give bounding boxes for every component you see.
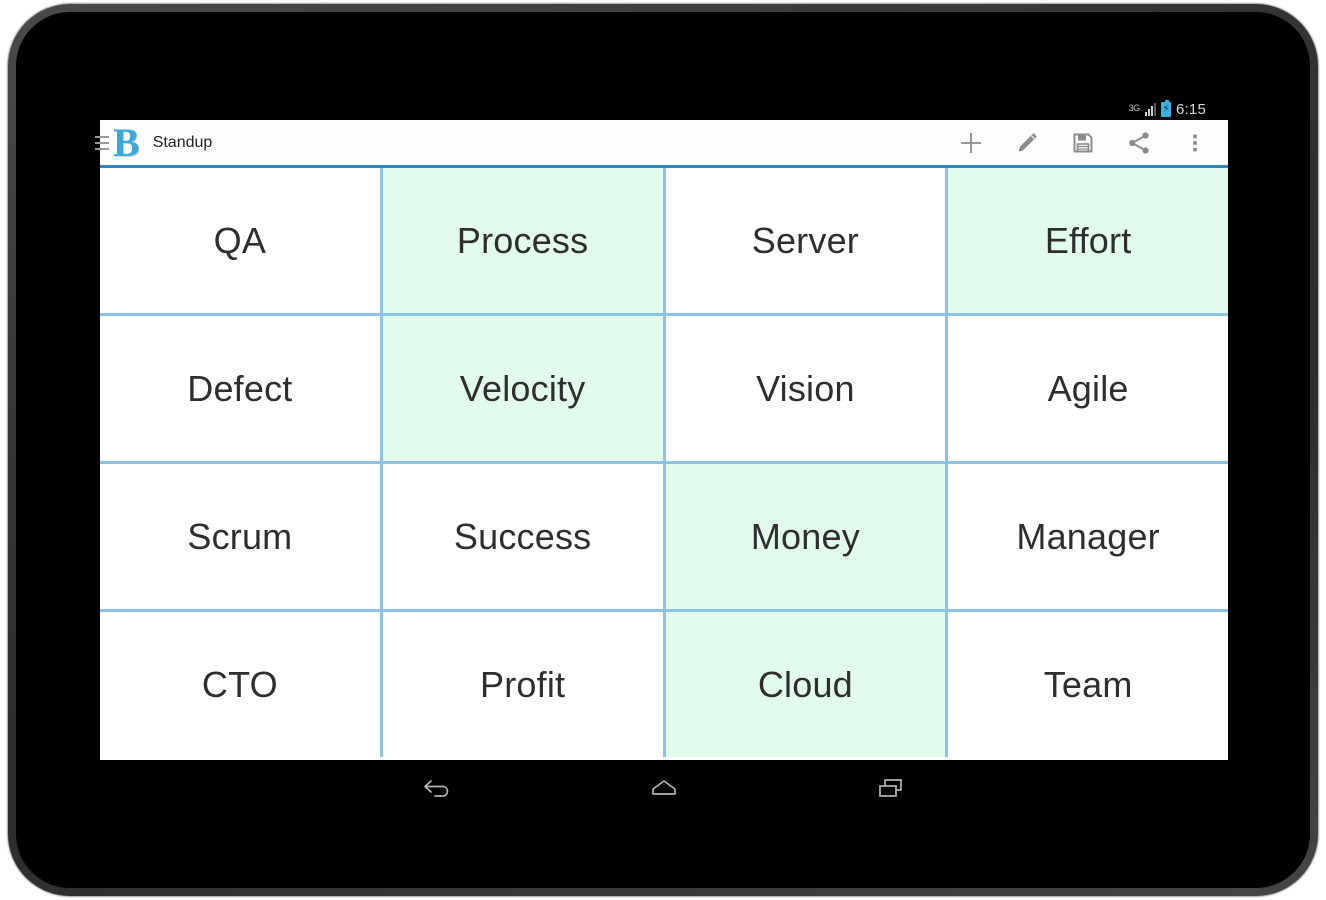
- overflow-button[interactable]: [1178, 126, 1212, 160]
- network-type-label: 3G: [1128, 102, 1141, 113]
- grid-cell[interactable]: QA: [100, 168, 380, 313]
- action-bar: B Standup: [95, 119, 1228, 168]
- grid-cell[interactable]: Cloud: [665, 612, 946, 757]
- plus-icon: [961, 132, 981, 153]
- status-bar-clock: 6:15: [1176, 100, 1206, 118]
- page-title: Standup: [152, 133, 213, 151]
- grid-cell-label: Cloud: [757, 663, 853, 705]
- battery-charging-icon: ⚡: [1161, 99, 1171, 117]
- android-status-bar: 3G ⚡ 6:15: [100, 98, 1228, 120]
- grid-cell-label: QA: [213, 219, 267, 261]
- status-icons: 3G ⚡ 6:15: [1128, 99, 1206, 118]
- hamburger-menu-icon[interactable]: [95, 135, 109, 150]
- share-icon: [1129, 131, 1149, 154]
- action-bar-buttons: [954, 126, 1212, 160]
- app-window: B Standup QA Process Server Effort Defec…: [95, 119, 1228, 760]
- grid-cell-label: Scrum: [187, 515, 293, 557]
- grid-cell[interactable]: Manager: [948, 464, 1228, 609]
- grid-cell-label: Profit: [480, 663, 566, 705]
- battery-bolt-glyph: ⚡: [1162, 102, 1170, 115]
- word-grid: QA Process Server Effort Defect Velocity…: [100, 168, 1228, 757]
- grid-cell[interactable]: Vision: [665, 316, 946, 461]
- grid-cell[interactable]: Scrum: [100, 464, 380, 609]
- grid-cell[interactable]: Defect: [100, 316, 380, 461]
- grid-cell-label: Defect: [187, 367, 293, 409]
- edit-button[interactable]: [1010, 126, 1044, 160]
- grid-cell-label: Server: [751, 219, 859, 261]
- grid-cell[interactable]: Profit: [382, 612, 663, 757]
- home-icon: [652, 780, 676, 795]
- grid-cell[interactable]: Server: [665, 168, 946, 313]
- grid-cell-label: Vision: [756, 367, 855, 409]
- grid-cell[interactable]: Process: [382, 168, 663, 313]
- more-vertical-icon: [1193, 134, 1197, 151]
- nav-back-button[interactable]: [411, 768, 465, 808]
- grid-cell-label: Effort: [1044, 219, 1132, 261]
- grid-cell-label: Agile: [1047, 367, 1129, 409]
- grid-cell[interactable]: Success: [382, 464, 663, 609]
- save-button[interactable]: [1066, 126, 1100, 160]
- grid-cell[interactable]: Money: [665, 464, 946, 609]
- grid-cell[interactable]: Velocity: [382, 316, 663, 461]
- share-button[interactable]: [1122, 126, 1156, 160]
- grid-cell[interactable]: Effort: [948, 168, 1228, 313]
- grid-cell-label: Team: [1043, 663, 1133, 705]
- nav-home-button[interactable]: [637, 768, 691, 808]
- grid-cell-label: Velocity: [459, 367, 586, 409]
- grid-cell-label: Process: [456, 219, 589, 261]
- back-arrow-icon: [424, 780, 449, 797]
- grid-cell[interactable]: Agile: [948, 316, 1228, 461]
- grid-cell-label: Money: [750, 515, 860, 557]
- grid-cell[interactable]: CTO: [100, 612, 380, 757]
- recent-apps-icon: [879, 779, 902, 797]
- signal-bars-icon: [1145, 102, 1156, 116]
- grid-cell-label: CTO: [201, 663, 278, 705]
- nav-recents-button[interactable]: [863, 768, 917, 808]
- pencil-icon: [1018, 132, 1037, 151]
- grid-cell-label: Success: [453, 515, 592, 557]
- grid-cell[interactable]: Team: [948, 612, 1228, 757]
- grid-cell-label: Manager: [1016, 515, 1160, 557]
- floppy-disk-icon: [1073, 133, 1093, 152]
- add-button[interactable]: [954, 126, 988, 160]
- android-navigation-bar: [100, 760, 1228, 816]
- app-logo-icon: B: [113, 119, 140, 165]
